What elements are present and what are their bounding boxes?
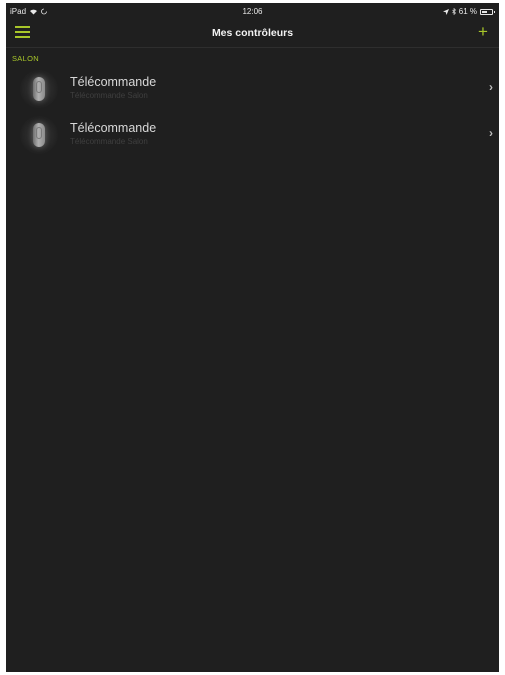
- status-right: 61 %: [442, 7, 495, 16]
- status-bar: iPad 12:06 61 %: [6, 3, 499, 19]
- list-item[interactable]: Télécommande Télécommande Salon ›: [6, 65, 499, 111]
- section-header: SALON: [12, 54, 39, 63]
- device-name: Télécommande: [70, 75, 157, 89]
- plus-icon[interactable]: +: [473, 21, 493, 43]
- chevron-right-icon: ›: [489, 126, 493, 140]
- nav-bar: Mes contrôleurs +: [6, 19, 499, 48]
- location-icon: [442, 8, 449, 15]
- page-title: Mes contrôleurs: [211, 27, 294, 39]
- status-time: 12:06: [242, 7, 263, 16]
- list-item[interactable]: Télécommande Télécommande Salon ›: [6, 111, 499, 157]
- battery-percent: 61 %: [458, 7, 477, 16]
- app-screen: iPad 12:06 61 % Mes contrôleurs + SALON …: [6, 3, 499, 672]
- bluetooth-icon: [452, 8, 456, 15]
- device-name: Télécommande: [70, 121, 157, 135]
- battery-icon: [480, 8, 495, 15]
- device-list: Télécommande Télécommande Salon › Téléco…: [6, 65, 499, 157]
- device-subtitle: Télécommande Salon: [70, 137, 148, 146]
- device-subtitle: Télécommande Salon: [70, 91, 148, 100]
- remote-control-icon: [20, 116, 58, 154]
- remote-control-icon: [20, 70, 58, 108]
- battery-level: [482, 10, 488, 13]
- chevron-right-icon: ›: [489, 80, 493, 94]
